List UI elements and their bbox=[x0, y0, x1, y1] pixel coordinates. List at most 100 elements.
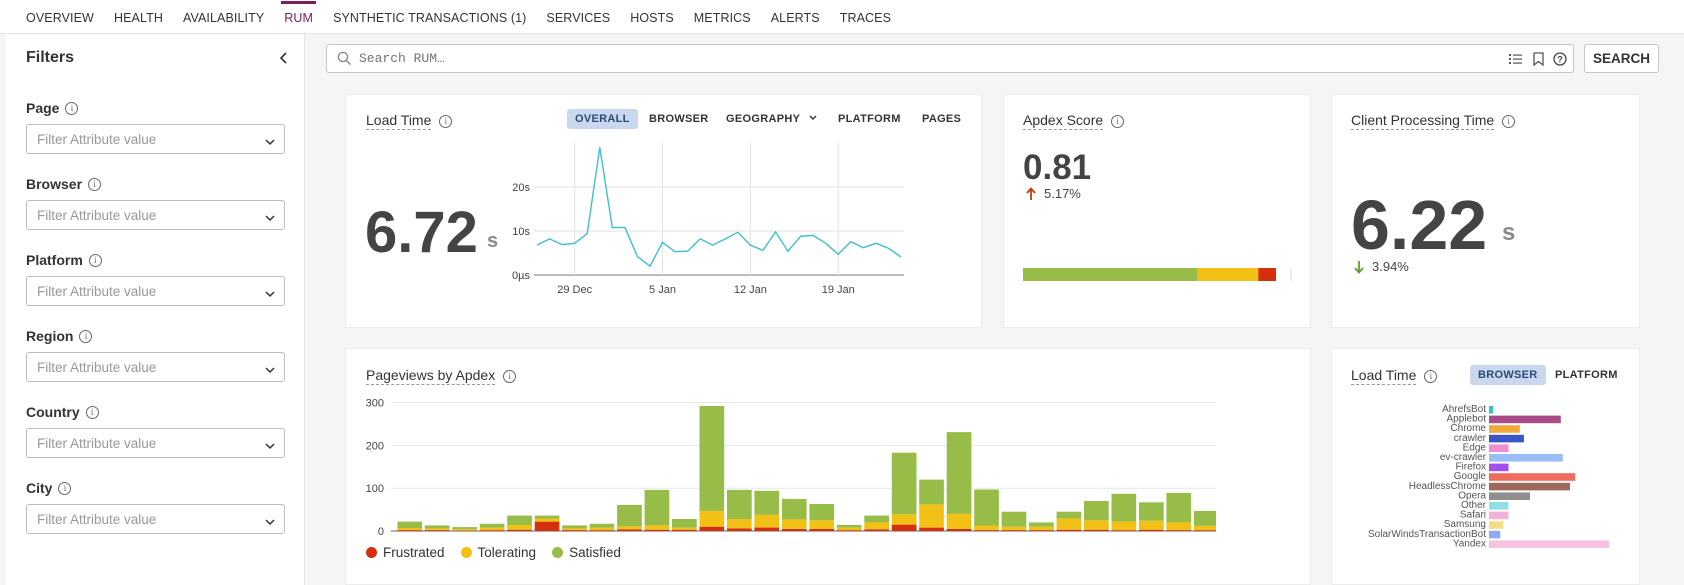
pageviews-by-apdex-card: Pageviews by Apdex i 010020030029 Dec2 J… bbox=[345, 348, 1311, 585]
load-time-by-browser-chart: AhrefsBotApplebotChromecrawlerEdgeev-cra… bbox=[1368, 404, 1609, 549]
nav-tab-hosts[interactable]: HOSTS bbox=[630, 11, 684, 33]
filter-select-platform[interactable]: Filter Attribute value bbox=[26, 276, 285, 306]
info-icon[interactable]: i bbox=[1502, 114, 1516, 128]
arrow-up-icon bbox=[1026, 186, 1036, 200]
bar-frustrated bbox=[397, 530, 423, 531]
bar-tolerating bbox=[1084, 520, 1109, 530]
pageviews-title-text: Pageviews by Apdex bbox=[366, 367, 496, 385]
nav-tab-metrics[interactable]: METRICS bbox=[694, 11, 761, 33]
segment-geography[interactable]: GEOGRAPHY bbox=[718, 109, 825, 129]
filter-select-browser[interactable]: Filter Attribute value bbox=[26, 200, 285, 230]
bar-tolerating bbox=[562, 528, 587, 531]
info-icon[interactable]: i bbox=[503, 369, 517, 383]
browser-bar-safari bbox=[1489, 511, 1509, 520]
info-icon[interactable]: i bbox=[79, 329, 93, 343]
search-button[interactable]: SEARCH bbox=[1584, 44, 1659, 73]
top-nav: OVERVIEW HEALTH AVAILABILITY RUM SYNTHETIC T… bbox=[0, 0, 1684, 34]
bar-frustrated bbox=[617, 529, 642, 531]
load-time-by-browser-card: Load Time i BROWSER PLATFORM AhrefsBot Ap… bbox=[1331, 348, 1640, 585]
browser-bar-ev-crawler bbox=[1489, 454, 1563, 462]
chevron-left-icon bbox=[279, 52, 287, 64]
bar-tolerating bbox=[424, 528, 450, 531]
info-icon[interactable]: i bbox=[1424, 369, 1438, 383]
info-icon[interactable]: i bbox=[85, 405, 99, 419]
bar-tolerating bbox=[1001, 526, 1027, 531]
legend-item-tolerating[interactable]: Tolerating bbox=[460, 545, 536, 560]
bar-frustrated bbox=[727, 528, 752, 531]
nav-tab-health[interactable]: HEALTH bbox=[114, 11, 173, 33]
y-tick-label: 300 bbox=[366, 398, 384, 410]
nav-tab-synthetic-transactions-1[interactable]: SYNTHETIC TRANSACTIONS (1) bbox=[333, 11, 536, 33]
bar-satisfied bbox=[1001, 511, 1027, 527]
info-icon[interactable]: i bbox=[88, 253, 102, 267]
list-icon[interactable] bbox=[1507, 51, 1523, 67]
filter-select-page[interactable]: Filter Attribute value bbox=[26, 124, 285, 154]
bar-tolerating bbox=[479, 527, 505, 531]
nav-tab-alerts[interactable]: ALERTS bbox=[771, 11, 830, 33]
segment-platform[interactable]: PLATFORM bbox=[830, 109, 909, 129]
filter-placeholder: Filter Attribute value bbox=[37, 132, 157, 147]
bar-frustrated bbox=[809, 528, 835, 531]
bar-tolerating bbox=[864, 522, 889, 530]
nav-tab-traces[interactable]: TRACES bbox=[840, 11, 901, 33]
filter-select-region[interactable]: Filter Attribute value bbox=[26, 352, 285, 382]
filter-select-country[interactable]: Filter Attribute value bbox=[26, 428, 285, 458]
nav-tab-availability[interactable]: AVAILABILITY bbox=[183, 11, 274, 33]
apdex-delta: 5.17% bbox=[1026, 186, 1081, 201]
search-icon bbox=[337, 51, 352, 71]
bar-tolerating bbox=[1029, 526, 1054, 531]
bar-tolerating bbox=[699, 510, 725, 527]
browser-bar-edge bbox=[1489, 444, 1509, 452]
browser-load-time-title-text: Load Time bbox=[1351, 367, 1417, 385]
bar-satisfied bbox=[727, 489, 752, 519]
filter-label-text: Platform bbox=[26, 252, 83, 268]
filter-label-text: City bbox=[26, 480, 53, 496]
chevron-down-icon bbox=[265, 134, 275, 149]
legend-item-frustrated[interactable]: Frustrated bbox=[366, 545, 445, 560]
bar-frustrated bbox=[1139, 529, 1164, 531]
apdex-bar-frustrated bbox=[1258, 268, 1276, 281]
segment-browser[interactable]: BROWSER bbox=[1470, 365, 1546, 385]
bar-satisfied bbox=[809, 504, 835, 521]
bar-tolerating bbox=[1139, 520, 1164, 530]
bar-frustrated bbox=[589, 530, 615, 531]
load-time-title: Load Time i bbox=[366, 112, 453, 130]
bar-tolerating bbox=[891, 514, 917, 525]
help-icon[interactable]: ? bbox=[1552, 51, 1568, 67]
segment-browser[interactable]: BROWSER bbox=[641, 109, 717, 129]
nav-tab-overview[interactable]: OVERVIEW bbox=[26, 11, 104, 33]
info-icon[interactable]: i bbox=[65, 101, 79, 115]
info-icon[interactable]: i bbox=[58, 481, 72, 495]
bar-satisfied bbox=[1029, 522, 1054, 527]
chevron-down-icon bbox=[265, 514, 275, 529]
client-processing-title-text: Client Processing Time bbox=[1351, 112, 1495, 130]
bar-frustrated bbox=[534, 521, 560, 531]
bar-tolerating bbox=[1166, 522, 1192, 531]
bookmark-icon[interactable] bbox=[1530, 51, 1546, 67]
y-tick-label: 0µs bbox=[512, 270, 530, 282]
info-icon[interactable]: i bbox=[1111, 114, 1125, 128]
segment-pages[interactable]: PAGES bbox=[914, 109, 969, 129]
svg-text:?: ? bbox=[1557, 55, 1563, 65]
segment-platform[interactable]: PLATFORM bbox=[1547, 365, 1626, 385]
search-input[interactable] bbox=[359, 51, 1359, 66]
legend-label: Satisfied bbox=[569, 545, 621, 560]
bar-tolerating bbox=[781, 519, 807, 529]
info-icon[interactable]: i bbox=[88, 177, 102, 191]
legend-item-satisfied[interactable]: Satisfied bbox=[552, 545, 621, 560]
nav-tab-services[interactable]: SERVICES bbox=[546, 11, 620, 33]
bar-satisfied bbox=[507, 515, 532, 525]
bar-satisfied bbox=[699, 406, 725, 511]
segment-overall[interactable]: OVERALL bbox=[567, 109, 638, 129]
filter-label-browser: Browser i bbox=[26, 176, 102, 192]
apdex-title: Apdex Score i bbox=[1023, 112, 1125, 130]
info-icon[interactable]: i bbox=[439, 114, 453, 128]
bar-satisfied bbox=[1139, 502, 1164, 521]
nav-tab-rum[interactable]: RUM bbox=[281, 1, 323, 33]
search-bar: ? bbox=[326, 44, 1574, 73]
collapse-sidebar-button[interactable] bbox=[274, 48, 294, 68]
client-processing-unit: s bbox=[1502, 219, 1516, 246]
filter-label-region: Region i bbox=[26, 328, 93, 344]
filter-select-city[interactable]: Filter Attribute value bbox=[26, 504, 285, 534]
bar-satisfied bbox=[974, 489, 999, 526]
